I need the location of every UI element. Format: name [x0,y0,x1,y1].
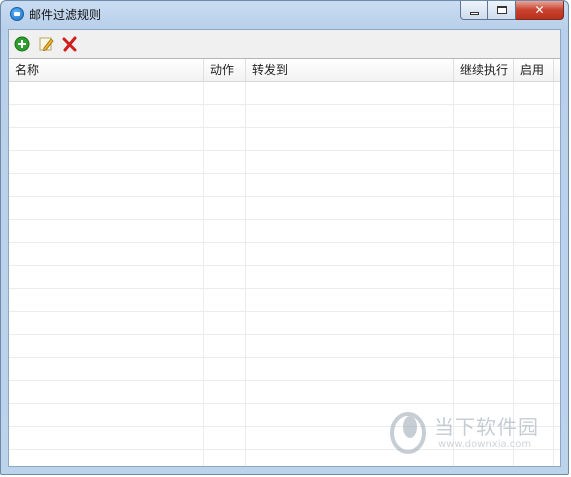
toolbar [9,30,560,58]
mail-app-icon [10,7,24,21]
column-header-enabled[interactable]: 启用 [514,59,554,81]
column-header-action[interactable]: 动作 [204,59,246,81]
title-bar[interactable]: 邮件过滤规则 ✕ [1,1,568,29]
add-icon [14,36,30,52]
delete-icon [62,36,77,52]
app-window: 邮件过滤规则 ✕ 名称 动作 转发到 继续执行 启用 当下软件园 www.dow… [0,0,569,475]
column-divider [203,82,204,466]
client-area: 名称 动作 转发到 继续执行 启用 [8,29,561,467]
close-icon: ✕ [534,3,545,17]
edit-icon [39,37,54,52]
close-button[interactable]: ✕ [516,1,564,20]
maximize-icon [496,6,507,14]
window-controls: ✕ [460,1,564,20]
minimize-button[interactable] [460,1,488,20]
add-rule-button[interactable] [12,34,32,54]
column-divider [245,82,246,466]
edit-rule-button[interactable] [36,34,56,54]
watermark-logo-icon [390,412,426,454]
maximize-button[interactable] [488,1,516,20]
watermark: 当下软件园 www.downxia.com [384,405,564,465]
column-header-name[interactable]: 名称 [9,59,204,81]
watermark-title: 当下软件园 [434,415,539,439]
minimize-icon [469,11,479,15]
window-title: 邮件过滤规则 [29,8,102,22]
watermark-url: www.downxia.com [438,439,532,450]
table-header: 名称 动作 转发到 继续执行 启用 [9,59,560,82]
column-header-continue[interactable]: 继续执行 [454,59,514,81]
column-header-forward-to[interactable]: 转发到 [246,59,454,81]
delete-rule-button[interactable] [60,34,80,54]
